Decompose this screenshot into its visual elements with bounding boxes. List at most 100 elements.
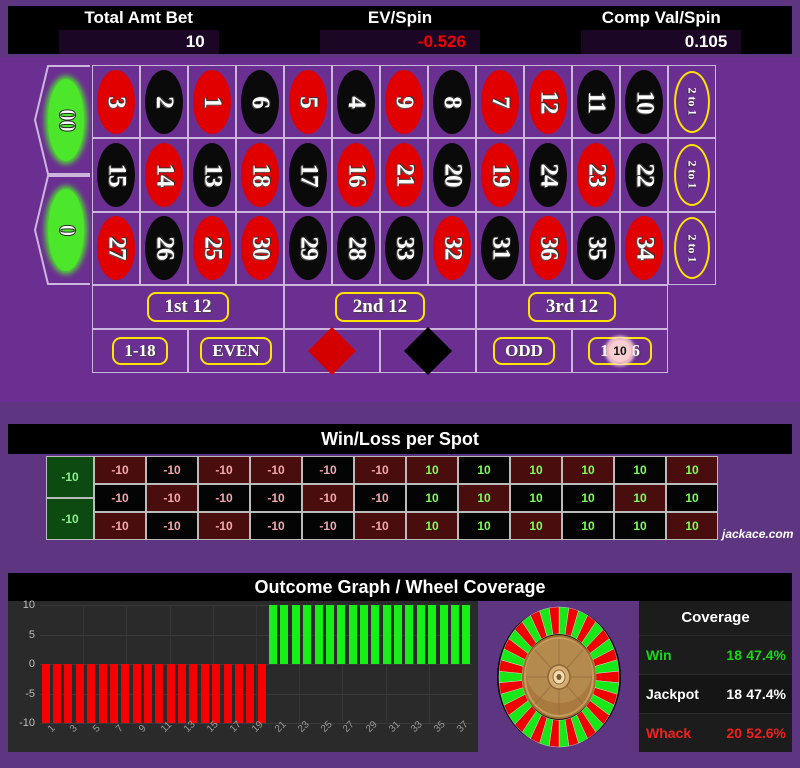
winloss-cell: -10 (302, 456, 354, 484)
chart-bar (234, 664, 243, 723)
number-oval: 8 (433, 69, 471, 134)
bet-cell-35[interactable]: 35 (572, 211, 620, 285)
bet-cell-12[interactable]: 12 (524, 65, 572, 139)
column-bet-oval: 2 to 1 (674, 143, 710, 206)
winloss-cell: 10 (666, 484, 718, 512)
bet-cell-9[interactable]: 9 (380, 65, 428, 139)
number-oval: 6 (241, 69, 279, 134)
bet-cell-27[interactable]: 27 (92, 211, 140, 285)
number-label: 25 (199, 236, 226, 260)
bet-cell-30[interactable]: 30 (236, 211, 284, 285)
chart-bar (382, 605, 391, 664)
stat-value: 0.105 (581, 30, 742, 54)
bet-cell-29[interactable]: 29 (284, 211, 332, 285)
bet-cell-3[interactable]: 3 (92, 65, 140, 139)
bet-cell-18[interactable]: 18 (236, 138, 284, 212)
outside-bets: 1-18 EVEN ODD 19-3610 (92, 326, 668, 376)
winloss-number-cells: -10 -10 -10 -10 -10 -10 10 10 10 10 10 10 -10 -10 -10-… (94, 456, 718, 540)
bet-cell-34[interactable]: 34 (620, 211, 668, 285)
bet-cell-25[interactable]: 25 (188, 211, 236, 285)
bet-cell-red[interactable] (284, 326, 380, 376)
winloss-cell: 10 (458, 512, 510, 540)
bet-cell-16[interactable]: 16 (332, 138, 380, 212)
stat-value: 10 (58, 30, 219, 54)
coverage-percent: 52.6% (746, 725, 786, 741)
bet-cell-2nd-12[interactable]: 2nd 12 (284, 285, 476, 329)
number-label: 27 (103, 236, 130, 260)
number-oval: 17 (289, 142, 327, 207)
winloss-zero-column: -10 -10 (46, 456, 94, 540)
winloss-cell: 10 (510, 456, 562, 484)
bet-cell-17[interactable]: 17 (284, 138, 332, 212)
dozen-label: 3rd 12 (527, 292, 617, 322)
number-label: 11 (583, 90, 610, 113)
chart-bar (246, 664, 255, 723)
bet-cell-5[interactable]: 5 (284, 65, 332, 139)
bet-cell-31[interactable]: 31 (476, 211, 524, 285)
bet-cell-4[interactable]: 4 (332, 65, 380, 139)
bet-cell-19[interactable]: 19 (476, 138, 524, 212)
bet-cell-6[interactable]: 6 (236, 65, 284, 139)
bet-chip[interactable]: 10 (607, 338, 633, 364)
coverage-percent: 47.4% (746, 686, 786, 702)
bet-cell-even[interactable]: EVEN (188, 329, 284, 373)
number-label: 36 (535, 236, 562, 260)
number-label: 4 (343, 95, 370, 108)
number-oval: 5 (289, 69, 327, 134)
bet-cell-15[interactable]: 15 (92, 138, 140, 212)
winloss-cell: 10 (406, 456, 458, 484)
winloss-cell: -10 (250, 456, 302, 484)
winloss-cell: 10 (562, 456, 614, 484)
dozen-label: 2nd 12 (334, 292, 426, 322)
winloss-cell: -10 (354, 456, 406, 484)
number-label: 29 (295, 236, 322, 260)
chart-bar (439, 605, 448, 664)
outside-bet-label: 1-18 (112, 337, 168, 365)
coverage-row-jackpot: Jackpot 18 47.4% (639, 674, 792, 713)
winloss-cell: 10 (666, 512, 718, 540)
bet-cell-13[interactable]: 13 (188, 138, 236, 212)
bet-cell-28[interactable]: 28 (332, 211, 380, 285)
bet-cell-19-36[interactable]: 19-3610 (572, 329, 668, 373)
winloss-cell: 10 (562, 484, 614, 512)
bet-cell-1-18[interactable]: 1-18 (92, 329, 188, 373)
bet-cell-10[interactable]: 10 (620, 65, 668, 139)
bet-cell-7[interactable]: 7 (476, 65, 524, 139)
number-label: 12 (535, 90, 562, 114)
winloss-cell: 10 (614, 484, 666, 512)
chart-bar (269, 605, 278, 664)
column-bets: 2 to 1 2 to 1 2 to 1 (668, 65, 716, 285)
bet-cell-24[interactable]: 24 (524, 138, 572, 212)
winloss-cell: 10 (458, 484, 510, 512)
y-tick-label: 10 (22, 599, 35, 611)
bet-cell-column-3[interactable]: 2 to 1 (668, 211, 716, 285)
bet-cell-00[interactable]: 00 (34, 65, 90, 175)
bet-cell-1[interactable]: 1 (188, 65, 236, 139)
bet-cell-22[interactable]: 22 (620, 138, 668, 212)
bet-cell-2[interactable]: 2 (140, 65, 188, 139)
coverage-count: 20 (726, 725, 742, 741)
number-oval: 24 (529, 142, 567, 207)
bet-cell-odd[interactable]: ODD (476, 329, 572, 373)
number-oval: 23 (577, 142, 615, 207)
bet-cell-3rd-12[interactable]: 3rd 12 (476, 285, 668, 329)
bet-cell-14[interactable]: 14 (140, 138, 188, 212)
bet-cell-8[interactable]: 8 (428, 65, 476, 139)
bet-cell-column-2[interactable]: 2 to 1 (668, 138, 716, 212)
number-oval: 1 (193, 69, 231, 134)
bet-cell-0[interactable]: 0 (34, 175, 90, 285)
stat-label: Comp Val/Spin (601, 8, 721, 27)
bet-cell-26[interactable]: 26 (140, 211, 188, 285)
bet-cell-1st-12[interactable]: 1st 12 (92, 285, 284, 329)
chart-bar (200, 664, 209, 723)
bet-cell-column-1[interactable]: 2 to 1 (668, 65, 716, 139)
bet-cell-36[interactable]: 36 (524, 211, 572, 285)
bet-cell-33[interactable]: 33 (380, 211, 428, 285)
bet-cell-20[interactable]: 20 (428, 138, 476, 212)
bet-cell-32[interactable]: 32 (428, 211, 476, 285)
bet-cell-11[interactable]: 11 (572, 65, 620, 139)
bet-cell-21[interactable]: 21 (380, 138, 428, 212)
bet-cell-23[interactable]: 23 (572, 138, 620, 212)
chart-bar (394, 605, 403, 664)
bet-cell-black[interactable] (380, 326, 476, 376)
